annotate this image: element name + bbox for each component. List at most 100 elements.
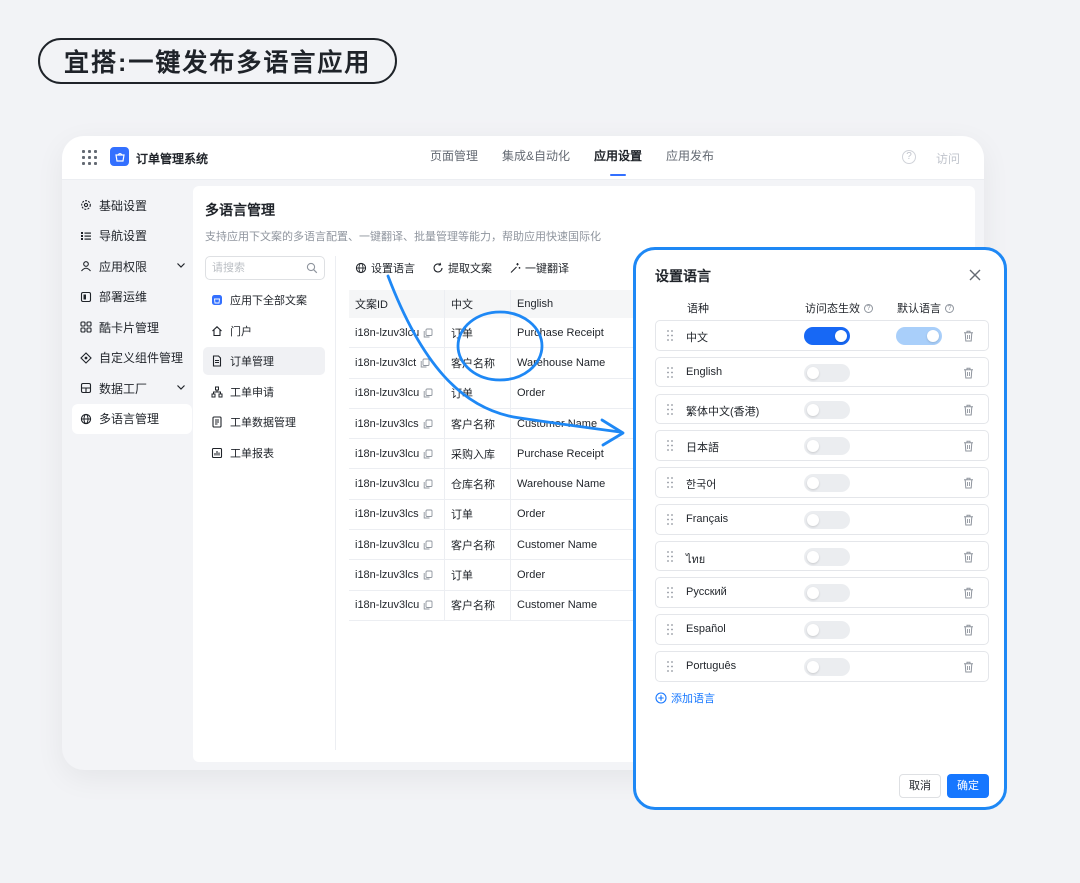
chevron-down-icon[interactable] bbox=[176, 382, 186, 392]
question-icon[interactable]: ? bbox=[864, 303, 873, 313]
visit-state-toggle[interactable] bbox=[804, 363, 850, 382]
tab-app-settings[interactable]: 应用设置 bbox=[582, 136, 654, 180]
trash-icon[interactable] bbox=[963, 514, 974, 526]
visit-state-toggle[interactable] bbox=[804, 327, 850, 345]
trash-icon[interactable] bbox=[963, 440, 974, 452]
subnav-item-portal[interactable]: 门户 bbox=[203, 317, 325, 345]
header-english: English bbox=[517, 298, 554, 310]
copy-icon[interactable] bbox=[423, 509, 433, 519]
drag-handle-icon[interactable] bbox=[666, 329, 674, 342]
tab-page-management[interactable]: 页面管理 bbox=[418, 136, 490, 180]
cell-english[interactable]: Customer Name bbox=[511, 409, 651, 438]
cell-text-id: i18n-lzuv3lcu bbox=[349, 378, 445, 408]
extract-text-button[interactable]: 提取文案 bbox=[432, 260, 492, 276]
sidebar-item-basic-settings[interactable]: 基础设置 bbox=[72, 190, 192, 220]
set-language-button[interactable]: 设置语言 bbox=[355, 260, 415, 276]
cell-english[interactable]: Order bbox=[511, 500, 651, 529]
tab-integration-automation[interactable]: 集成&自动化 bbox=[490, 136, 582, 180]
copy-icon[interactable] bbox=[423, 449, 433, 459]
language-name: 繁体中文(香港) bbox=[686, 405, 760, 418]
trash-icon[interactable] bbox=[963, 477, 974, 489]
visit-state-toggle[interactable] bbox=[804, 510, 850, 529]
copy-icon[interactable] bbox=[420, 358, 430, 368]
sidebar-item-navigation-settings[interactable]: 导航设置 bbox=[72, 221, 192, 251]
subnav-item-ticket-request[interactable]: 工单申请 bbox=[203, 378, 325, 406]
trash-icon[interactable] bbox=[963, 404, 974, 416]
cell-english[interactable]: Order bbox=[511, 379, 651, 408]
trash-icon[interactable] bbox=[963, 330, 974, 342]
cell-chinese[interactable]: 订单 bbox=[445, 378, 511, 408]
subnav-item-ticket-report[interactable]: 工单报表 bbox=[203, 439, 325, 467]
visit-state-toggle[interactable] bbox=[804, 621, 850, 640]
drag-handle-icon[interactable] bbox=[666, 403, 674, 416]
trash-icon[interactable] bbox=[963, 367, 974, 379]
confirm-button[interactable]: 确定 bbox=[947, 774, 989, 798]
visit-link[interactable]: 访问 bbox=[936, 150, 960, 167]
drag-handle-icon[interactable] bbox=[666, 513, 674, 526]
drag-handle-icon[interactable] bbox=[666, 439, 674, 452]
cell-chinese[interactable]: 订单 bbox=[445, 318, 511, 348]
sidebar-item-data-factory[interactable]: 数据工厂 bbox=[72, 373, 192, 403]
sidebar-item-app-permissions[interactable]: 应用权限 bbox=[72, 251, 192, 281]
cell-chinese[interactable]: 客户名称 bbox=[445, 408, 511, 439]
copy-icon[interactable] bbox=[423, 388, 433, 398]
visit-state-toggle[interactable] bbox=[804, 400, 850, 419]
subnav-item-all-texts[interactable]: 应用下全部文案 bbox=[203, 286, 325, 314]
visit-state-toggle[interactable] bbox=[804, 584, 850, 603]
search-icon[interactable] bbox=[306, 262, 318, 274]
trash-icon[interactable] bbox=[963, 624, 974, 636]
copy-icon[interactable] bbox=[423, 570, 433, 580]
chevron-down-icon[interactable] bbox=[176, 260, 186, 270]
cell-chinese[interactable]: 客户名称 bbox=[445, 348, 511, 378]
trash-icon[interactable] bbox=[963, 551, 974, 563]
drag-handle-icon[interactable] bbox=[666, 623, 674, 636]
cell-english[interactable]: Customer Name bbox=[511, 530, 651, 559]
drag-handle-icon[interactable] bbox=[666, 366, 674, 379]
visit-state-toggle[interactable] bbox=[804, 547, 850, 566]
cell-chinese[interactable]: 客户名称 bbox=[445, 530, 511, 560]
cell-chinese[interactable]: 客户名称 bbox=[445, 590, 511, 620]
cancel-button[interactable]: 取消 bbox=[899, 774, 941, 798]
sidebar-item-cool-card[interactable]: 酷卡片管理 bbox=[72, 312, 192, 342]
search-input[interactable]: 请搜索 bbox=[205, 256, 325, 280]
help-icon[interactable]: ? bbox=[902, 150, 916, 164]
trash-icon[interactable] bbox=[963, 661, 974, 673]
text-id-value: i18n-lzuv3lcs bbox=[355, 508, 419, 521]
cell-chinese[interactable]: 订单 bbox=[445, 499, 511, 530]
copy-icon[interactable] bbox=[423, 479, 433, 489]
cell-english[interactable]: Purchase Receipt bbox=[511, 439, 651, 468]
sidebar-item-deploy-ops[interactable]: 部署运维 bbox=[72, 282, 192, 312]
drag-handle-icon[interactable] bbox=[666, 550, 674, 563]
cell-chinese[interactable]: 仓库名称 bbox=[445, 469, 511, 499]
app-grid-icon[interactable] bbox=[82, 150, 97, 165]
copy-icon[interactable] bbox=[423, 419, 433, 429]
drag-handle-icon[interactable] bbox=[666, 586, 674, 599]
visit-state-toggle[interactable] bbox=[804, 474, 850, 493]
drag-handle-icon[interactable] bbox=[666, 476, 674, 489]
sidebar-item-custom-components[interactable]: 自定义组件管理 bbox=[72, 343, 192, 373]
cell-english[interactable]: Purchase Receipt bbox=[511, 318, 651, 347]
cell-chinese[interactable]: 采购入库 bbox=[445, 439, 511, 469]
copy-icon[interactable] bbox=[423, 540, 433, 550]
subnav-item-order-management[interactable]: 订单管理 bbox=[203, 347, 325, 375]
divider bbox=[335, 256, 336, 750]
cell-chinese[interactable]: 订单 bbox=[445, 560, 511, 590]
sidebar-item-multilanguage[interactable]: 多语言管理 bbox=[72, 403, 192, 434]
copy-icon[interactable] bbox=[423, 600, 433, 610]
cell-english[interactable]: Warehouse Name bbox=[511, 348, 651, 377]
cell-english[interactable]: Order bbox=[511, 560, 651, 589]
visit-state-toggle[interactable] bbox=[804, 658, 850, 677]
close-icon[interactable] bbox=[968, 268, 982, 282]
tab-app-publish[interactable]: 应用发布 bbox=[654, 136, 726, 180]
drag-handle-icon[interactable] bbox=[666, 660, 674, 673]
subnav-item-ticket-data[interactable]: 工单数据管理 bbox=[203, 408, 325, 436]
default-language-toggle[interactable] bbox=[896, 327, 942, 345]
trash-icon[interactable] bbox=[963, 587, 974, 599]
copy-icon[interactable] bbox=[423, 328, 433, 338]
cell-english[interactable]: Customer Name bbox=[511, 591, 651, 620]
question-icon[interactable]: ? bbox=[945, 303, 954, 313]
visit-state-toggle[interactable] bbox=[804, 437, 850, 456]
translate-button[interactable]: 一键翻译 bbox=[509, 260, 569, 276]
cell-english[interactable]: Warehouse Name bbox=[511, 469, 651, 498]
add-language-button[interactable]: 添加语言 bbox=[655, 690, 715, 706]
